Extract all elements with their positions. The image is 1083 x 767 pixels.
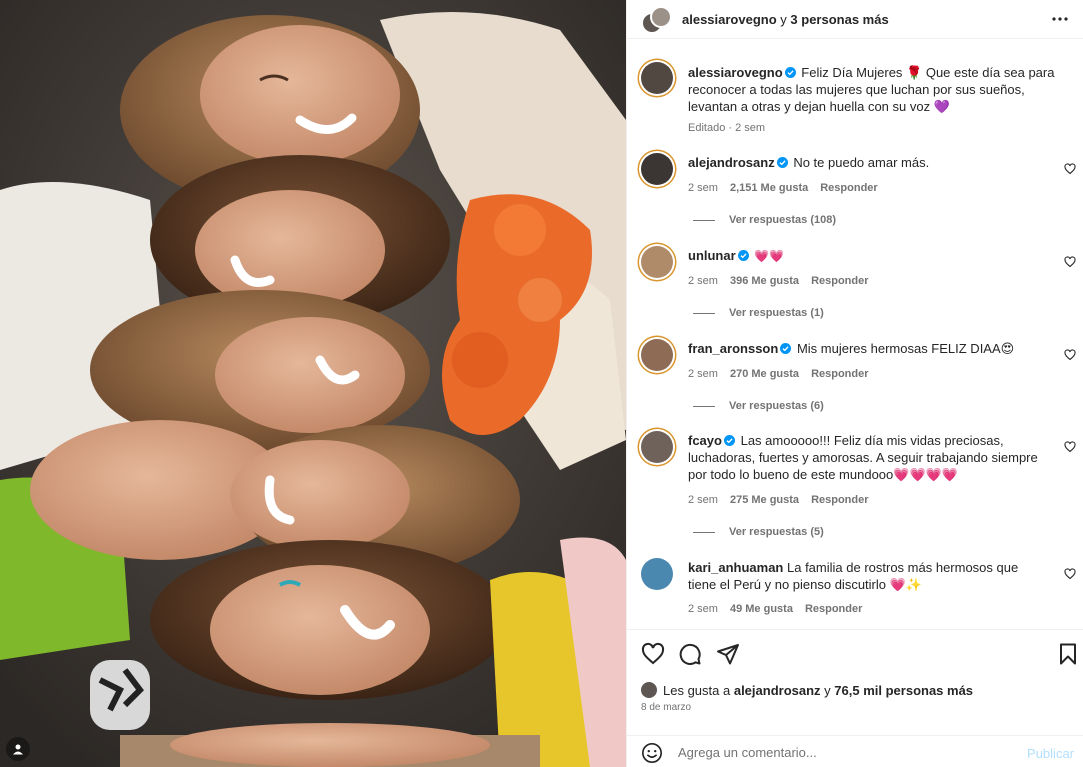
heart-outline-icon[interactable] [641, 642, 665, 666]
view-replies-label: Ver respuestas (6) [729, 400, 824, 412]
view-replies-label: Ver respuestas (5) [729, 526, 824, 538]
avatar[interactable] [641, 153, 673, 185]
post-header: alessiarovegno y 3 personas más [627, 0, 1083, 39]
comment-text: Las amooooo!!! Feliz día mis vidas preci… [688, 433, 1038, 482]
replies-divider [693, 312, 715, 314]
heart-outline-icon[interactable] [1064, 349, 1076, 361]
likes-conj: y [824, 682, 831, 698]
caption-username[interactable]: alessiarovegno [688, 65, 783, 80]
comment-meta: 2 sem 2,151 Me gusta Responder [688, 182, 890, 194]
comment-time[interactable]: 2 sem [688, 182, 718, 194]
comment-meta: 2 sem 275 Me gusta Responder [688, 494, 881, 506]
verified-badge-icon [780, 343, 792, 354]
collab-avatars[interactable] [641, 6, 672, 36]
heart-outline-icon[interactable] [1064, 568, 1076, 580]
avatar[interactable] [650, 6, 672, 28]
reply-button[interactable]: Responder [805, 603, 862, 615]
verified-badge-icon [784, 67, 796, 78]
view-replies-label: Ver respuestas (1) [729, 307, 824, 319]
comment-likes[interactable]: 275 Me gusta [730, 494, 799, 506]
comment-input[interactable] [678, 741, 1008, 763]
author-username[interactable]: alessiarovegno [682, 12, 777, 27]
heart-outline-icon[interactable] [1064, 163, 1076, 175]
smiley-icon[interactable] [641, 742, 663, 764]
avatar[interactable] [641, 558, 673, 590]
replies-divider [693, 219, 715, 221]
comment-username[interactable]: unlunar [688, 248, 736, 263]
comment-username[interactable]: fran_aronsson [688, 341, 778, 356]
comment-bubble-icon[interactable] [678, 642, 702, 666]
more-options-button[interactable] [1050, 9, 1070, 29]
tagged-users-icon[interactable] [6, 737, 30, 761]
view-replies-button[interactable]: Ver respuestas (1) [693, 307, 824, 319]
comment-time[interactable]: 2 sem [688, 275, 718, 287]
verified-badge-icon [723, 435, 735, 446]
comment-text: No te puedo amar más. [793, 155, 930, 170]
add-comment-bar: Publicar [627, 735, 1083, 767]
heart-outline-icon[interactable] [1064, 441, 1076, 453]
comment-username[interactable]: fcayo [688, 433, 722, 448]
verified-badge-icon [776, 157, 788, 168]
author-conjunction: y [780, 12, 787, 27]
reply-button[interactable]: Responder [811, 494, 868, 506]
comment-likes[interactable]: 270 Me gusta [730, 368, 799, 380]
post-authors: alessiarovegno y 3 personas más [682, 12, 889, 27]
post-actions [627, 629, 1083, 674]
post-side-panel: alessiarovegno y 3 personas más alessiar… [626, 0, 1083, 767]
post-date[interactable]: 8 de marzo [641, 702, 691, 713]
likes-summary[interactable]: Les gusta a alejandrosanz y 76,5 mil per… [641, 680, 973, 700]
comment-likes[interactable]: 49 Me gusta [730, 603, 793, 615]
avatar[interactable] [641, 246, 673, 278]
replies-divider [693, 405, 715, 407]
caption-meta: Editado · 2 sem [688, 122, 766, 134]
view-replies-button[interactable]: Ver respuestas (5) [693, 526, 824, 538]
avatar[interactable] [641, 431, 673, 463]
bookmark-icon[interactable] [1056, 642, 1080, 666]
comment-text: Mis mujeres hermosas FELIZ DIAA😍 [796, 341, 1015, 356]
more-horizontal-icon [1052, 17, 1068, 21]
avatar[interactable] [641, 339, 673, 371]
comment-username[interactable]: alejandrosanz [688, 155, 775, 170]
post-photo-illustration [0, 0, 626, 767]
collaborators-link[interactable]: 3 personas más [790, 12, 888, 27]
verified-badge-icon [737, 250, 749, 261]
likes-user[interactable]: alejandrosanz [734, 683, 821, 698]
comment-likes[interactable]: 2,151 Me gusta [730, 182, 808, 194]
view-replies-button[interactable]: Ver respuestas (108) [693, 214, 836, 226]
view-replies-label: Ver respuestas (108) [729, 214, 837, 226]
comment-time[interactable]: 2 sem [688, 603, 718, 615]
avatar[interactable] [641, 62, 673, 94]
paper-plane-icon[interactable] [716, 642, 740, 666]
likes-prefix: Les gusta a [663, 682, 731, 698]
likes-others[interactable]: 76,5 mil personas más [834, 683, 973, 698]
comment-text: 💗💗 [754, 249, 785, 263]
publish-button[interactable]: Publicar [1027, 746, 1074, 761]
reply-button[interactable]: Responder [820, 182, 877, 194]
post-photo[interactable] [0, 0, 626, 767]
heart-outline-icon[interactable] [1064, 256, 1076, 268]
comment-meta: 2 sem 49 Me gusta Responder [688, 603, 874, 615]
comment-username[interactable]: kari_anhuaman [688, 560, 783, 575]
comment-likes[interactable]: 396 Me gusta [730, 275, 799, 287]
comment-time[interactable]: 2 sem [688, 494, 718, 506]
comment-meta: 2 sem 396 Me gusta Responder [688, 275, 881, 287]
reply-button[interactable]: Responder [811, 275, 868, 287]
comment-meta: 2 sem 270 Me gusta Responder [688, 368, 881, 380]
post-caption: alessiarovegno Feliz Día Mujeres 🌹 Que e… [627, 58, 1083, 138]
reply-button[interactable]: Responder [811, 368, 868, 380]
replies-divider [693, 531, 715, 533]
view-replies-button[interactable]: Ver respuestas (6) [693, 400, 824, 412]
comment-time[interactable]: 2 sem [688, 368, 718, 380]
avatar [641, 682, 657, 698]
